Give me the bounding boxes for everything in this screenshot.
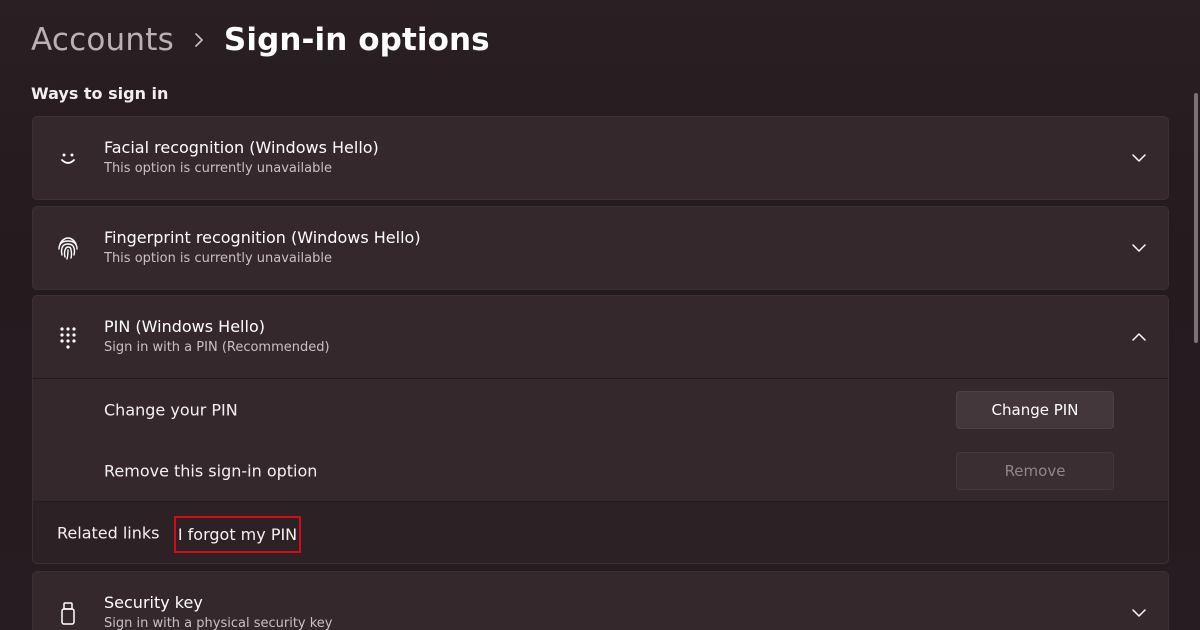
fingerprint-recognition-header[interactable]: Fingerprint recognition (Windows Hello) …	[33, 207, 1168, 289]
facial-recognition-card[interactable]: Facial recognition (Windows Hello) This …	[32, 116, 1169, 200]
fingerprint-recognition-title: Fingerprint recognition (Windows Hello)	[104, 228, 421, 247]
fingerprint-icon	[55, 235, 81, 261]
remove-pin-row: Remove this sign-in option Remove	[33, 440, 1168, 501]
chevron-down-icon[interactable]	[1130, 149, 1148, 167]
usb-key-icon	[55, 600, 81, 626]
facial-recognition-subtitle: This option is currently unavailable	[104, 161, 332, 176]
chevron-right-icon	[194, 32, 204, 48]
change-pin-button[interactable]: Change PIN	[956, 390, 1114, 429]
facial-recognition-title: Facial recognition (Windows Hello)	[104, 138, 379, 157]
breadcrumb-accounts-link[interactable]: Accounts	[31, 22, 174, 58]
pin-header[interactable]: PIN (Windows Hello) Sign in with a PIN (…	[33, 296, 1168, 378]
pin-title: PIN (Windows Hello)	[104, 317, 265, 336]
scrollbar-thumb[interactable]	[1194, 93, 1198, 343]
page-title: Sign-in options	[223, 22, 490, 58]
change-pin-label: Change your PIN	[104, 400, 238, 419]
remove-pin-button: Remove	[956, 451, 1114, 490]
pin-card: PIN (Windows Hello) Sign in with a PIN (…	[32, 295, 1169, 564]
related-links: Related links I forgot my PIN	[33, 501, 1168, 563]
forgot-pin-link[interactable]: I forgot my PIN	[174, 516, 301, 553]
section-title-ways-to-sign-in: Ways to sign in	[31, 84, 169, 103]
remove-pin-label: Remove this sign-in option	[104, 461, 318, 480]
smile-icon	[55, 145, 81, 171]
fingerprint-recognition-subtitle: This option is currently unavailable	[104, 251, 332, 266]
fingerprint-recognition-card[interactable]: Fingerprint recognition (Windows Hello) …	[32, 206, 1169, 290]
security-key-subtitle: Sign in with a physical security key	[104, 616, 333, 630]
chevron-down-icon[interactable]	[1130, 604, 1148, 622]
change-pin-row: Change your PIN Change PIN	[33, 379, 1168, 440]
pin-expanded-body: Change your PIN Change PIN Remove this s…	[33, 378, 1168, 563]
related-links-label: Related links	[57, 523, 160, 542]
security-key-card[interactable]: Security key Sign in with a physical sec…	[32, 571, 1169, 630]
security-key-title: Security key	[104, 593, 203, 612]
facial-recognition-header[interactable]: Facial recognition (Windows Hello) This …	[33, 117, 1168, 199]
breadcrumb: Accounts Sign-in options	[31, 18, 490, 62]
keypad-icon	[55, 324, 81, 350]
security-key-header[interactable]: Security key Sign in with a physical sec…	[33, 572, 1168, 630]
pin-subtitle: Sign in with a PIN (Recommended)	[104, 340, 330, 355]
chevron-up-icon[interactable]	[1130, 328, 1148, 346]
chevron-down-icon[interactable]	[1130, 239, 1148, 257]
